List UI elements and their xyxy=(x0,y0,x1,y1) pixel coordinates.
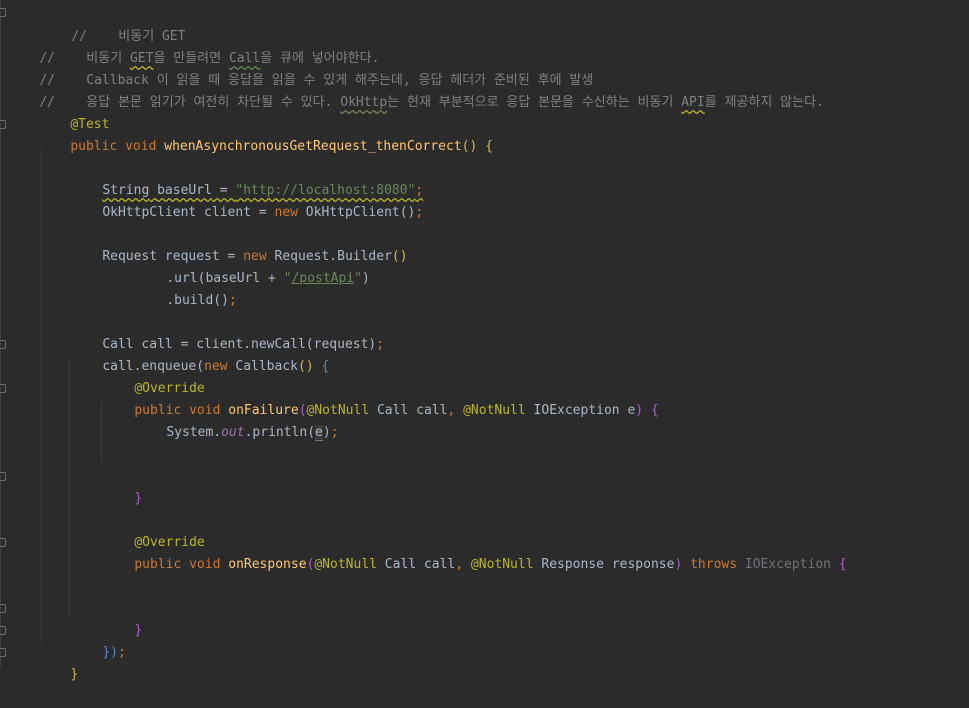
exception-type: IOException xyxy=(744,557,831,572)
fold-marker-icon[interactable] xyxy=(0,8,6,17)
code-line[interactable]: OkHttpClient client = new OkHttpClient()… xyxy=(71,180,423,220)
code-editor[interactable]: // 비동기 GET // 비동기 GET을 만들려면 Call을 큐에 넣어야… xyxy=(0,0,969,682)
brace: } xyxy=(134,623,143,638)
keyword: new xyxy=(274,205,298,220)
gutter xyxy=(0,0,1,667)
comment-text: OkHttp xyxy=(340,95,388,110)
code-line[interactable]: String baseUrl = "http://localhost:8080"… xyxy=(71,158,423,198)
comma: , xyxy=(455,557,464,572)
keyword: throws xyxy=(690,557,738,572)
code-line[interactable]: // 비동기 GET을 만들려면 Call을 큐에 넣어야한다. xyxy=(8,26,379,66)
code-text: .println( xyxy=(244,425,316,440)
semicolon: ; xyxy=(376,337,385,352)
brace: { xyxy=(650,403,659,418)
code-line[interactable]: @Override xyxy=(103,510,204,550)
comment-text: API xyxy=(681,95,705,110)
static-field: out xyxy=(221,425,245,440)
code-line[interactable]: // 응답 본문 읽기가 여전히 차단될 수 있다. OkHttp는 현재 부분… xyxy=(8,70,824,110)
keyword: public xyxy=(70,139,118,154)
brace: } xyxy=(134,491,143,506)
annotation: @NotNull xyxy=(463,403,526,418)
code-line[interactable]: // 비동기 GET xyxy=(40,4,185,44)
comma: , xyxy=(447,403,456,418)
fold-marker-icon[interactable] xyxy=(0,120,6,129)
fold-marker-icon[interactable] xyxy=(0,384,6,393)
code-text: OkHttpClient client = xyxy=(102,205,275,220)
code-text: Call call xyxy=(376,557,456,572)
code-line[interactable]: Request request = new Request.Builder() xyxy=(71,224,407,264)
paren: ) xyxy=(635,403,644,418)
fold-marker-icon[interactable] xyxy=(0,604,6,613)
code-text: System. xyxy=(166,425,222,440)
code-line[interactable]: } xyxy=(39,642,78,682)
code-text: Callback xyxy=(227,359,298,374)
semicolon: ; xyxy=(117,645,126,660)
parens: () xyxy=(298,359,314,374)
fold-marker-icon[interactable] xyxy=(0,340,6,349)
semicolon: ; xyxy=(330,425,339,440)
string-quote: " xyxy=(283,271,292,286)
indent-guide xyxy=(101,402,102,462)
code-line[interactable]: @Override xyxy=(103,356,204,396)
string-literal: /postApi xyxy=(291,271,355,286)
code-text: ) xyxy=(362,271,370,286)
annotation: @NotNull xyxy=(470,557,534,572)
fold-marker-icon[interactable] xyxy=(0,538,6,547)
text-cursor-highlight[interactable]: e xyxy=(315,425,323,441)
code-line[interactable]: System.out.println(e); xyxy=(135,400,339,441)
semicolon: ; xyxy=(228,293,237,308)
code-line[interactable]: // Callback 이 읽을 때 응답을 읽을 수 있게 해주는데, 응답 … xyxy=(8,48,593,88)
code-line[interactable]: call.enqueue(new Callback() { xyxy=(71,334,329,374)
method-name: onResponse xyxy=(228,557,307,572)
method-name: whenAsynchronousGetRequest_thenCorrect xyxy=(164,139,462,154)
code-text: Response response xyxy=(533,557,675,572)
code-line[interactable]: }); xyxy=(71,620,125,660)
code-line[interactable]: public void whenAsynchronousGetRequest_t… xyxy=(39,114,493,154)
brace: } xyxy=(70,667,79,682)
code-line[interactable]: public void onResponse(@NotNull Call cal… xyxy=(103,532,846,572)
indent-guide xyxy=(41,146,42,644)
parens: () xyxy=(391,249,408,264)
comment-text: 를 제공하지 않는다. xyxy=(704,95,824,110)
code-text: }) xyxy=(102,645,118,660)
code-line[interactable]: .url(baseUrl + "/postApi") xyxy=(135,246,370,286)
code-text: ) xyxy=(322,425,331,440)
keyword: void xyxy=(125,139,157,154)
paren: ) xyxy=(674,557,683,572)
code-line[interactable]: .build(); xyxy=(135,268,236,308)
brace: { xyxy=(838,557,847,572)
parens: () xyxy=(461,139,478,154)
code-text: IOException e xyxy=(525,403,636,418)
annotation: @NotNull xyxy=(314,557,377,572)
comment-text: 는 현재 부분적으로 응답 본문을 수신하는 비동기 xyxy=(387,95,682,110)
keyword: public xyxy=(134,557,182,572)
brace: { xyxy=(485,139,493,154)
code-line[interactable]: Call call = client.newCall(request); xyxy=(71,312,384,352)
code-text: OkHttpClient() xyxy=(297,205,416,220)
keyword: new xyxy=(204,359,228,374)
code-line[interactable]: @Test xyxy=(39,92,109,132)
fold-marker-icon[interactable] xyxy=(0,648,6,657)
string-quote: " xyxy=(354,271,362,286)
brace: { xyxy=(321,359,330,374)
code-text: Call call xyxy=(369,403,448,418)
keyword: void xyxy=(189,557,221,572)
code-text: .build() xyxy=(166,293,229,308)
fold-marker-icon[interactable] xyxy=(0,472,6,481)
indent-guide xyxy=(69,360,70,620)
code-line[interactable]: } xyxy=(103,598,142,638)
semicolon: ; xyxy=(415,205,424,220)
fold-marker-icon[interactable] xyxy=(0,626,6,635)
code-line[interactable]: public void onFailure(@NotNull Call call… xyxy=(103,378,658,418)
code-line[interactable]: } xyxy=(103,466,142,506)
